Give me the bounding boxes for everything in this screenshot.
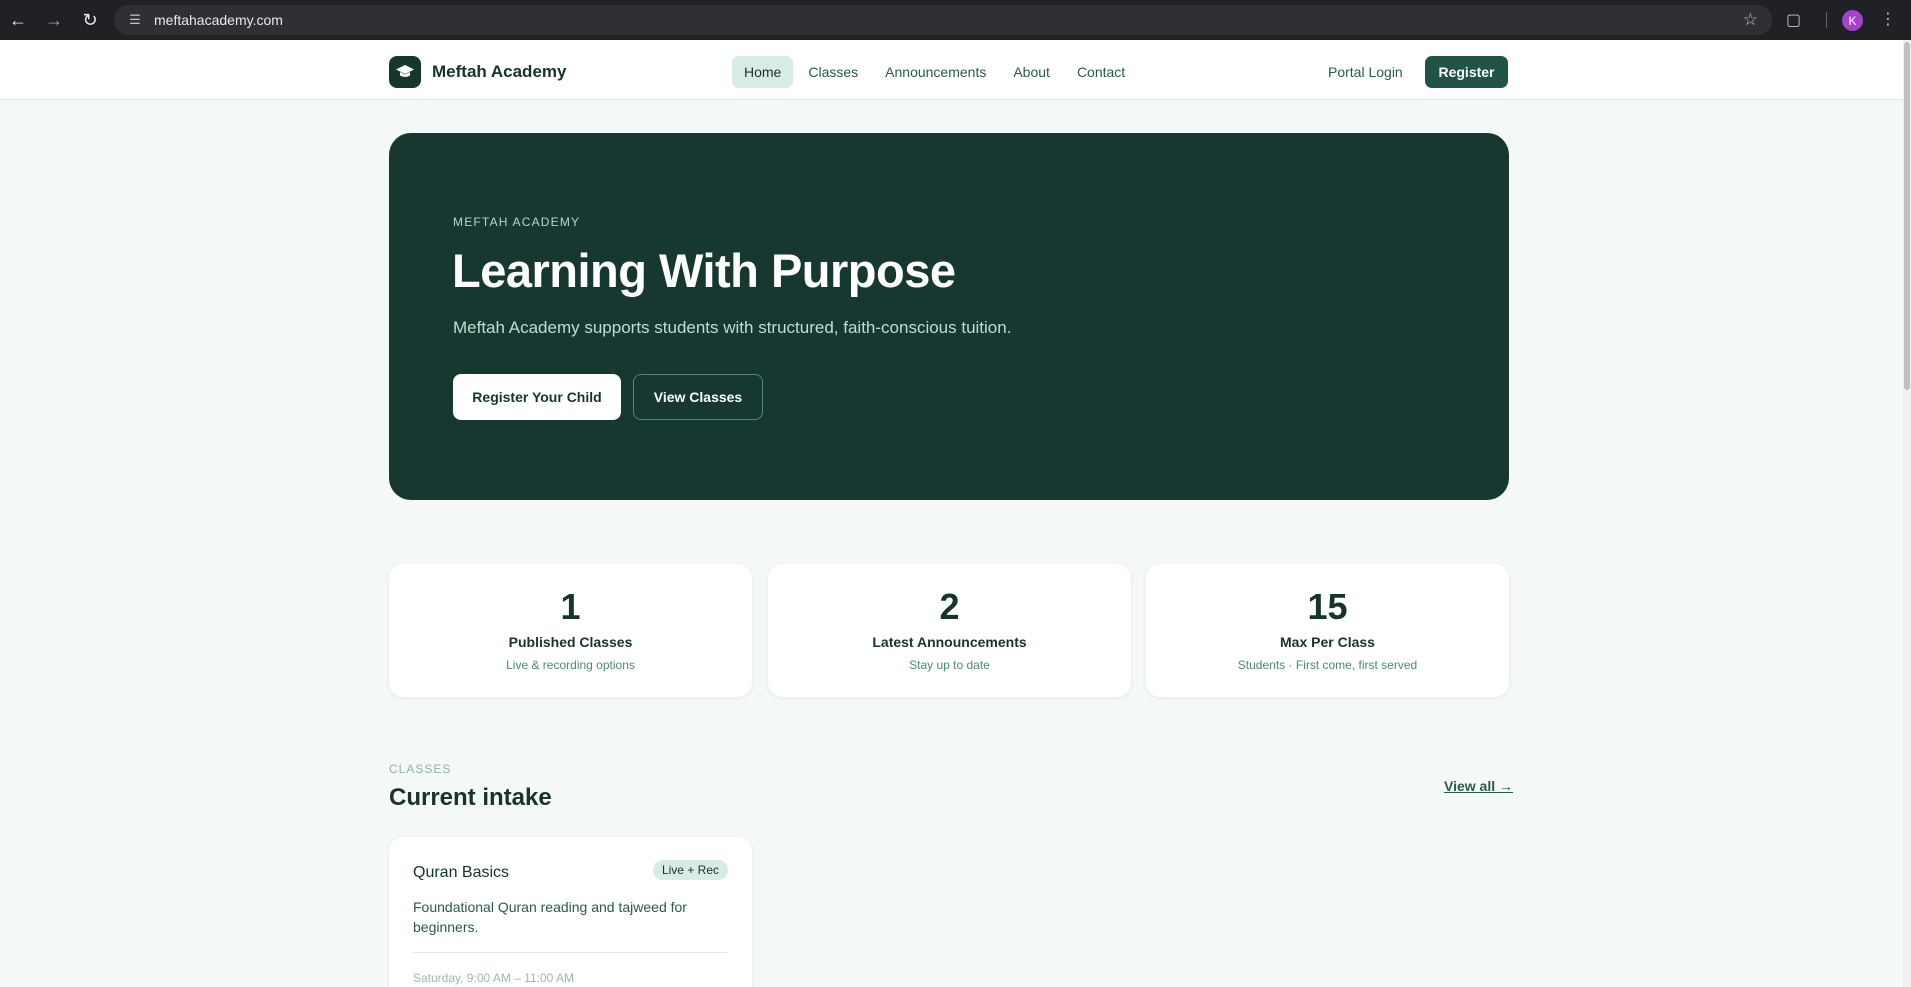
browser-menu-icon[interactable]: ⋮: [1880, 9, 1896, 29]
nav-classes[interactable]: Classes: [796, 56, 870, 88]
hero-eyebrow: MEFTAH ACADEMY: [453, 215, 581, 229]
register-your-child-button[interactable]: Register Your Child: [453, 374, 621, 420]
view-classes-button[interactable]: View Classes: [633, 374, 763, 420]
page-scrollbar[interactable]: [1903, 40, 1911, 987]
register-button[interactable]: Register: [1425, 56, 1508, 88]
hero-title: Learning With Purpose: [452, 244, 956, 297]
stat-description: Live & recording options: [506, 658, 635, 672]
nav-announcements[interactable]: Announcements: [873, 56, 998, 88]
nav-about[interactable]: About: [1001, 56, 1062, 88]
address-bar[interactable]: ☰ meftahacademy.com ☆: [114, 5, 1772, 35]
class-mode-badge: Live + Rec: [652, 860, 728, 880]
graduation-cap-icon: [389, 56, 421, 88]
site-info-icon[interactable]: ☰: [120, 12, 150, 28]
stat-value: 15: [1307, 586, 1348, 627]
reload-icon[interactable]: ↻: [72, 0, 108, 40]
nav-home[interactable]: Home: [732, 56, 794, 88]
forward-icon[interactable]: →: [36, 0, 72, 40]
back-icon[interactable]: ←: [0, 0, 36, 40]
hero-subtitle: Meftah Academy supports students with st…: [453, 318, 1012, 337]
stat-value: 1: [560, 586, 581, 627]
view-all-link[interactable]: View all →: [1444, 778, 1513, 794]
stat-label: Latest Announcements: [872, 634, 1027, 650]
extensions-icon[interactable]: ▢: [1786, 10, 1801, 30]
stat-card-latest-announcements: 2 Latest Announcements Stay up to date: [768, 564, 1131, 697]
scrollbar-thumb[interactable]: [1904, 42, 1910, 390]
stat-label: Max Per Class: [1280, 634, 1375, 650]
class-schedule: Saturday, 9:00 AM – 11:00 AM: [413, 971, 574, 985]
profile-avatar[interactable]: K: [1842, 10, 1863, 31]
classes-section-title: Current intake: [389, 784, 552, 811]
hero-banner: MEFTAH ACADEMY Learning With Purpose Mef…: [389, 133, 1509, 500]
classes-eyebrow: CLASSES: [389, 762, 452, 776]
stat-description: Stay up to date: [909, 658, 990, 672]
stat-card-published-classes: 1 Published Classes Live & recording opt…: [389, 564, 752, 697]
browser-toolbar: ← → ↻ ☰ meftahacademy.com ☆ ▢ K ⋮: [0, 0, 1911, 40]
class-description: Foundational Quran reading and tajweed f…: [413, 899, 687, 935]
bookmark-star-icon[interactable]: ☆: [1743, 10, 1758, 30]
class-title: Quran Basics: [413, 864, 510, 881]
brand-name: Meftah Academy: [432, 62, 567, 81]
site-header: Meftah Academy Home Classes Announcement…: [0, 40, 1903, 100]
class-card[interactable]: Quran Basics Live + Rec Foundational Qur…: [389, 837, 752, 987]
stat-description: Students · First come, first served: [1237, 658, 1418, 672]
toolbar-divider: [1826, 12, 1827, 28]
brand-link[interactable]: Meftah Academy: [389, 56, 566, 88]
nav-contact[interactable]: Contact: [1065, 56, 1137, 88]
stat-value: 2: [939, 586, 960, 627]
main-nav: Home Classes Announcements About Contact: [732, 56, 1140, 88]
portal-login-link[interactable]: Portal Login: [1328, 64, 1403, 80]
stat-label: Published Classes: [508, 634, 633, 650]
url-text[interactable]: meftahacademy.com: [154, 12, 283, 28]
stat-card-max-per-class: 15 Max Per Class Students · First come, …: [1146, 564, 1509, 697]
card-divider: [413, 952, 728, 953]
